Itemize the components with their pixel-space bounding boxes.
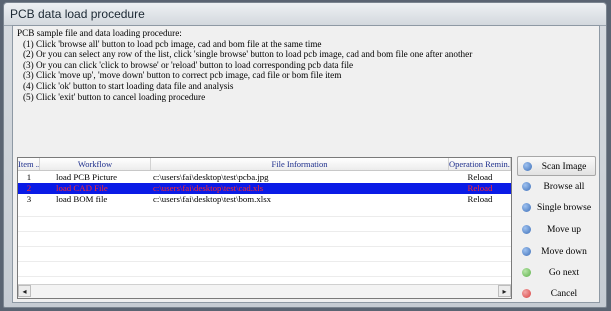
instruction-line-5: (4) Click 'ok' button to start loading d…	[23, 80, 234, 91]
column-header-operation-reminder[interactable]: Operation Remin...	[449, 158, 511, 170]
grid-line	[18, 246, 511, 247]
dialog-client-area: PCB sample file and data loading procedu…	[12, 25, 600, 303]
row-reload-action[interactable]: Reload	[449, 172, 511, 183]
instruction-line-1: (1) Click 'browse all' button to load pc…	[23, 38, 322, 49]
dialog-window: PCB data load procedure PCB sample file …	[3, 2, 607, 308]
scan-image-label: Scan Image	[541, 162, 587, 172]
move-down-button[interactable]: Move down	[517, 242, 596, 262]
grid-line	[18, 261, 511, 262]
window-title: PCB data load procedure	[10, 7, 145, 21]
scan-image-button[interactable]: Scan Image	[517, 156, 596, 176]
blue-circle-icon	[523, 162, 532, 171]
cancel-button[interactable]: Cancel	[517, 284, 596, 304]
row-file-information: c:\users\fai\desktop\test\pcba.jpg	[153, 172, 269, 182]
move-down-label: Move down	[541, 247, 587, 257]
row-reload-action[interactable]: Reload	[449, 194, 511, 205]
row-reload-action[interactable]: Reload	[449, 183, 511, 194]
horizontal-scrollbar[interactable]: ◂ ▸	[18, 284, 511, 298]
column-header-item[interactable]: Item ...	[18, 158, 40, 170]
cancel-label: Cancel	[550, 289, 578, 299]
row-item-number: 1	[26, 172, 32, 182]
scroll-left-button[interactable]: ◂	[18, 285, 31, 297]
grid-line	[18, 231, 511, 232]
instruction-line-6: (5) Click 'exit' button to cancel loadin…	[23, 91, 206, 102]
title-bar[interactable]: PCB data load procedure	[4, 3, 606, 26]
table-row[interactable]: 3 load BOM file c:\users\fai\desktop\tes…	[18, 194, 511, 205]
move-up-button[interactable]: Move up	[517, 220, 596, 240]
instruction-line-3: (3) Or you can click 'click to browse' o…	[23, 59, 354, 70]
row-item-number: 3	[26, 194, 32, 204]
blue-circle-icon	[522, 225, 531, 234]
move-up-label: Move up	[546, 225, 582, 235]
instruction-line-4: (3) Click 'move up', 'move down' button …	[23, 70, 342, 81]
column-header-workflow[interactable]: Workflow	[40, 158, 151, 170]
go-next-label: Go next	[548, 268, 580, 278]
row-file-information: c:\users\fai\desktop\test\bom.xlsx	[153, 194, 272, 204]
row-file-information: c:\users\fai\desktop\test\cad.xls	[153, 183, 264, 193]
go-next-button[interactable]: Go next	[517, 263, 596, 283]
row-workflow: load BOM file	[56, 194, 108, 204]
table-row-selected[interactable]: 2 load CAD File c:\users\fai\desktop\tes…	[18, 183, 511, 194]
row-workflow: load CAD File	[56, 183, 108, 193]
row-workflow: load PCB Picture	[56, 172, 118, 182]
grid-line	[18, 276, 511, 277]
blue-circle-icon	[522, 247, 531, 256]
instructions-intro: PCB sample file and data loading procedu…	[17, 28, 182, 38]
browse-all-button[interactable]: Browse all	[517, 177, 596, 197]
scroll-right-button[interactable]: ▸	[498, 285, 511, 297]
red-circle-icon	[522, 289, 531, 298]
single-browse-label: Single browse	[536, 203, 592, 213]
blue-circle-icon	[522, 203, 531, 212]
grid-line	[18, 216, 511, 217]
browse-all-label: Browse all	[543, 182, 585, 192]
list-header: Item ... Workflow File Information Opera…	[18, 158, 511, 171]
column-header-file-information[interactable]: File Information	[151, 158, 449, 170]
single-browse-button[interactable]: Single browse	[517, 198, 596, 218]
green-circle-icon	[522, 268, 531, 277]
instructions-panel: PCB sample file and data loading procedu…	[17, 28, 595, 152]
row-item-number: 2	[26, 183, 32, 193]
blue-circle-icon	[522, 182, 531, 191]
instruction-line-2: (2) Or you can select any row of the lis…	[23, 49, 473, 60]
workflow-list[interactable]: Item ... Workflow File Information Opera…	[17, 157, 512, 299]
table-row[interactable]: 1 load PCB Picture c:\users\fai\desktop\…	[18, 172, 511, 183]
